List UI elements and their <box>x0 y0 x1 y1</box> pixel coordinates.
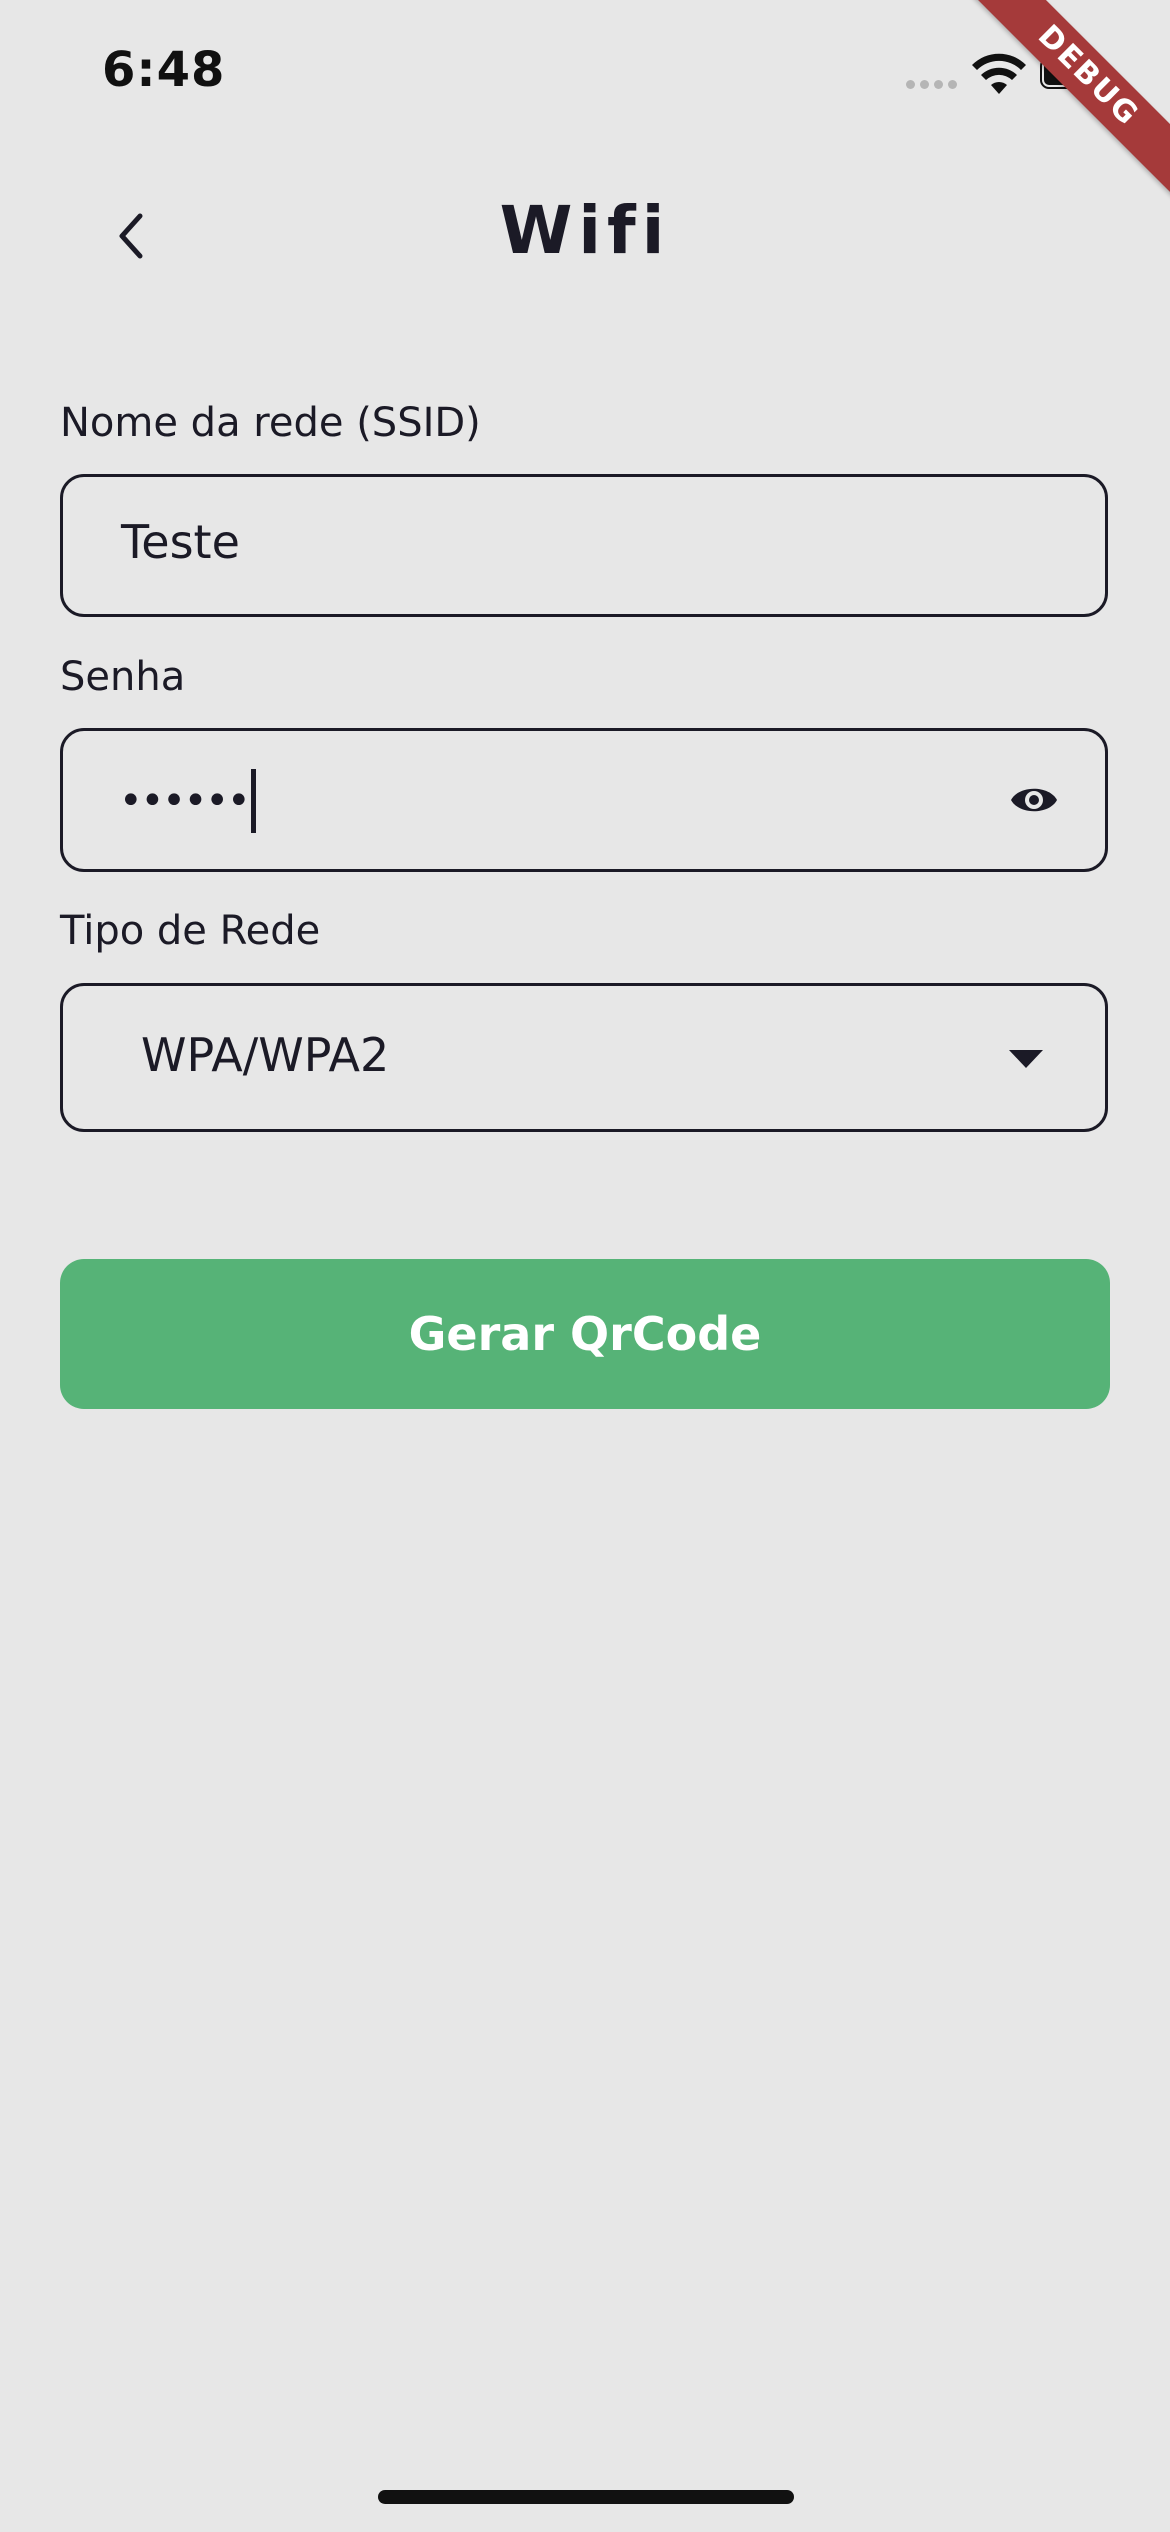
cellular-signal-icon <box>906 80 957 89</box>
password-value: •••••• <box>119 778 251 824</box>
network-type-label: Tipo de Rede <box>60 908 321 954</box>
home-indicator <box>378 2490 794 2504</box>
status-time: 6:48 <box>102 42 226 98</box>
password-input[interactable]: •••••• <box>60 728 1108 872</box>
password-label: Senha <box>60 654 186 700</box>
caret-down-icon <box>1009 1050 1043 1068</box>
text-cursor <box>250 769 256 833</box>
ssid-label: Nome da rede (SSID) <box>60 400 481 446</box>
status-bar: 6:48 <box>0 0 1170 140</box>
network-type-dropdown[interactable]: WPA/WPA2 <box>60 983 1108 1132</box>
wifi-icon <box>972 53 1026 94</box>
page-title: Wifi <box>499 192 671 269</box>
password-value-wrap: •••••• <box>119 769 256 833</box>
ssid-value: Teste <box>121 515 240 569</box>
network-type-selected: WPA/WPA2 <box>141 1028 390 1082</box>
generate-qrcode-button[interactable]: Gerar QrCode <box>60 1259 1110 1409</box>
ssid-input[interactable]: Teste <box>60 474 1108 617</box>
eye-icon[interactable] <box>1009 781 1059 819</box>
